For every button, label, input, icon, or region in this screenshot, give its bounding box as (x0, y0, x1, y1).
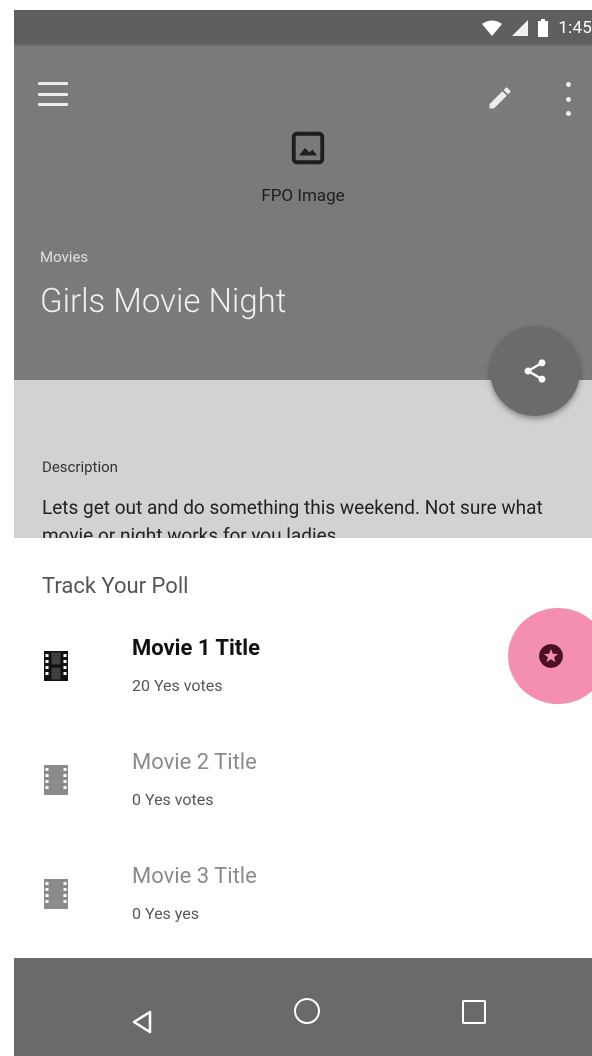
signal-icon (512, 20, 529, 36)
status-time: 1:45 (558, 18, 592, 38)
image-icon (291, 131, 325, 165)
poll-item-title: Movie 3 Title (132, 864, 257, 889)
fpo-image-label: FPO Image (261, 186, 345, 206)
menu-icon[interactable] (38, 82, 68, 106)
back-icon[interactable] (132, 1010, 152, 1034)
film-icon (44, 651, 68, 681)
system-nav-bar (14, 958, 592, 1056)
poll-item-votes: 20 Yes votes (132, 676, 223, 695)
share-icon (524, 359, 546, 383)
share-button[interactable] (490, 326, 580, 416)
star-badge-icon (539, 644, 563, 668)
event-header: FPO Image Movies Girls Movie Night (14, 46, 592, 380)
description-label: Description (42, 458, 118, 476)
event-title: Girls Movie Night (40, 282, 287, 321)
poll-item-title: Movie 1 Title (132, 636, 260, 661)
poll-item-title: Movie 2 Title (132, 750, 257, 775)
poll-item-1[interactable]: Movie 1 Title 20 Yes votes (14, 622, 592, 732)
battery-icon (538, 19, 549, 37)
recents-icon[interactable] (462, 1000, 486, 1024)
poll-item-2[interactable]: Movie 2 Title 0 Yes votes (14, 736, 592, 846)
home-icon[interactable] (294, 998, 320, 1024)
wifi-icon (482, 20, 503, 36)
film-icon (44, 765, 68, 795)
poll-item-votes: 0 Yes votes (132, 790, 214, 809)
more-vert-icon[interactable] (560, 82, 576, 116)
poll-item-3[interactable]: Movie 3 Title 0 Yes yes (14, 850, 592, 960)
event-category: Movies (40, 248, 89, 266)
status-bar: 1:45 (14, 10, 592, 46)
status-icons: 1:45 (482, 10, 592, 46)
poll-title: Track Your Poll (42, 574, 189, 599)
poll-item-votes: 0 Yes yes (132, 904, 199, 923)
pencil-icon[interactable] (486, 84, 514, 112)
film-icon (44, 879, 68, 909)
poll-sheet: Track Your Poll Movie 1 Title 20 Yes vot… (14, 538, 592, 958)
